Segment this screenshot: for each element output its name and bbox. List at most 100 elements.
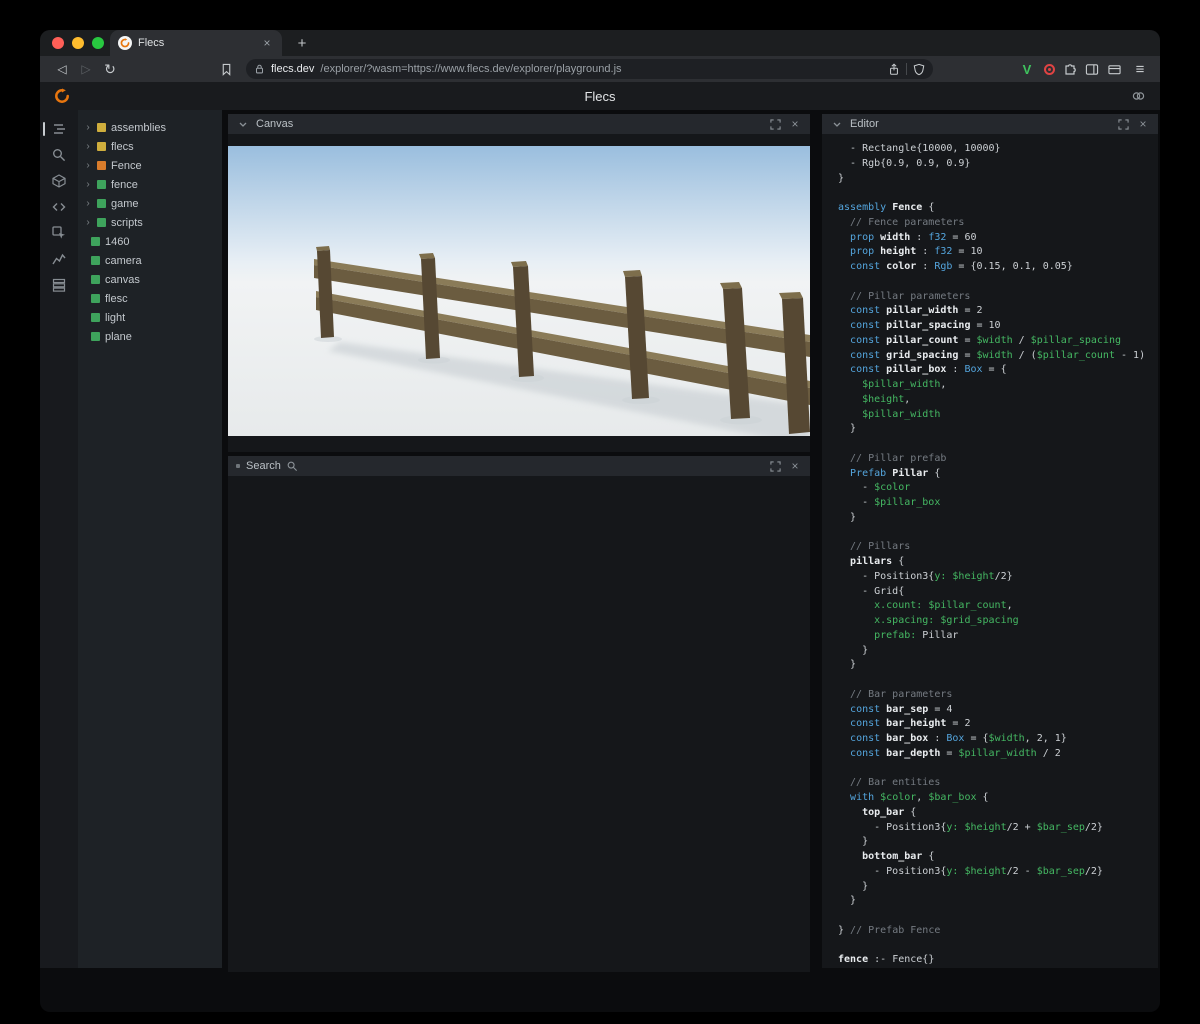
- toolbar-extensions: V ≡: [1018, 61, 1150, 78]
- code-token: y:: [946, 821, 959, 833]
- extension-v-icon[interactable]: V: [1018, 62, 1036, 77]
- code-token: x.count:: [874, 600, 923, 612]
- search-panel-title: Search: [246, 460, 281, 472]
- sidebar-toggle-icon[interactable]: [1085, 63, 1099, 76]
- expand-arrow-icon[interactable]: ›: [84, 160, 92, 171]
- tree-panel-icon[interactable]: [40, 116, 78, 142]
- tab-close-icon[interactable]: ×: [260, 36, 274, 50]
- tree-item-light[interactable]: light: [78, 308, 222, 327]
- wallet-card-icon[interactable]: [1107, 63, 1122, 76]
- code-token: pillar_box: [886, 364, 947, 376]
- stats-chart-icon[interactable]: [40, 246, 78, 272]
- tables-rows-icon[interactable]: [40, 272, 78, 298]
- code-token: - Position3{: [838, 865, 947, 877]
- code-line: prop height : f32 = 10: [838, 245, 1158, 260]
- tree-item-game[interactable]: › game: [78, 194, 222, 213]
- tree-item-assemblies[interactable]: › assemblies: [78, 118, 222, 137]
- extensions-puzzle-icon[interactable]: [1063, 62, 1077, 76]
- brave-shield-icon[interactable]: [913, 63, 925, 76]
- expand-arrow-icon[interactable]: ›: [84, 198, 92, 209]
- code-token: const: [850, 334, 887, 346]
- code-token: {: [922, 851, 935, 862]
- code-icon[interactable]: [40, 194, 78, 220]
- url-bar[interactable]: flecs.dev /explorer/?wasm=https://www.fl…: [246, 59, 933, 79]
- maximize-window-button[interactable]: [92, 37, 104, 49]
- share-link-icon[interactable]: [1131, 89, 1146, 103]
- code-token: x.spacing:: [874, 615, 935, 626]
- chevron-down-icon[interactable]: [236, 117, 250, 131]
- code-editor[interactable]: - Rectangle{10000, 10000} - Rgb{0.9, 0.9…: [822, 134, 1158, 968]
- close-panel-icon[interactable]: ×: [788, 117, 802, 131]
- code-line: }: [838, 172, 1158, 187]
- back-button[interactable]: ◁: [50, 58, 74, 80]
- search-results-area[interactable]: [228, 476, 810, 972]
- panel-dot-icon[interactable]: [236, 464, 240, 468]
- code-token: $pillar_box: [874, 497, 941, 508]
- code-token: = 60: [946, 231, 977, 243]
- minimize-window-button[interactable]: [72, 37, 84, 49]
- code-token: // Prefab Fence: [850, 924, 941, 936]
- tree-item-scripts[interactable]: › scripts: [78, 213, 222, 232]
- extension-record-icon[interactable]: [1044, 63, 1055, 75]
- code-line: const bar_depth = $pillar_width / 2: [838, 747, 1158, 762]
- expand-arrow-icon[interactable]: ›: [84, 179, 92, 190]
- lock-icon[interactable]: [254, 63, 265, 75]
- tree-item-canvas[interactable]: canvas: [78, 270, 222, 289]
- close-window-button[interactable]: [52, 37, 64, 49]
- tree-item-plane[interactable]: plane: [78, 327, 222, 346]
- expand-panel-icon[interactable]: [1116, 117, 1130, 131]
- bookmark-icon[interactable]: [214, 58, 238, 80]
- code-token: top_bar: [862, 806, 905, 818]
- code-line: const color : Rgb = {0.15, 0.1, 0.05}: [838, 260, 1158, 275]
- menu-hamburger-icon[interactable]: ≡: [1130, 61, 1150, 78]
- close-panel-icon[interactable]: ×: [788, 459, 802, 473]
- code-line: }: [838, 894, 1158, 909]
- entities-cube-icon[interactable]: [40, 168, 78, 194]
- code-token: :: [910, 231, 929, 243]
- code-token: $bar_sep: [1036, 821, 1085, 833]
- divider: [906, 63, 907, 75]
- expand-arrow-icon[interactable]: ›: [84, 122, 92, 133]
- forward-button[interactable]: ▷: [74, 58, 98, 80]
- reload-button[interactable]: ↻: [98, 58, 122, 80]
- tree-item-fence[interactable]: › fence: [78, 175, 222, 194]
- share-icon[interactable]: [888, 62, 900, 76]
- chevron-down-icon[interactable]: [830, 117, 844, 131]
- tree-item-flecs[interactable]: › flecs: [78, 137, 222, 156]
- code-token: - Rectangle{10000, 10000}: [838, 143, 1001, 154]
- code-token: = 4: [928, 703, 953, 715]
- code-line: with $color, $bar_box {: [838, 791, 1158, 806]
- 3d-scene: [228, 146, 810, 436]
- expand-arrow-icon[interactable]: ›: [84, 141, 92, 152]
- expand-panel-icon[interactable]: [768, 117, 782, 131]
- canvas-viewport[interactable]: [228, 134, 810, 452]
- inspect-cursor-icon[interactable]: [40, 220, 78, 246]
- code-token: const: [850, 703, 887, 715]
- browser-tab[interactable]: Flecs ×: [110, 30, 282, 56]
- entity-color-swatch: [97, 142, 106, 151]
- code-line: }: [838, 644, 1158, 659]
- close-panel-icon[interactable]: ×: [1136, 117, 1150, 131]
- code-line: - Grid{: [838, 585, 1158, 600]
- code-token: Box: [946, 733, 965, 744]
- tree-item-camera[interactable]: camera: [78, 251, 222, 270]
- expand-arrow-icon[interactable]: ›: [84, 217, 92, 228]
- search-icon[interactable]: [40, 142, 78, 168]
- code-token: Box: [964, 364, 983, 376]
- expand-panel-icon[interactable]: [768, 459, 782, 473]
- code-token: $width: [976, 334, 1013, 346]
- code-token: $pillar_width: [862, 408, 941, 420]
- tree-item-flesc[interactable]: flesc: [78, 289, 222, 308]
- entity-color-swatch: [97, 199, 106, 208]
- new-tab-button[interactable]: +: [292, 35, 312, 52]
- entity-color-swatch: [97, 161, 106, 170]
- code-token: $height: [964, 865, 1007, 877]
- tree-item-1460[interactable]: 1460: [78, 232, 222, 251]
- tree-item-Fence[interactable]: › Fence: [78, 156, 222, 175]
- entity-label: 1460: [105, 235, 130, 248]
